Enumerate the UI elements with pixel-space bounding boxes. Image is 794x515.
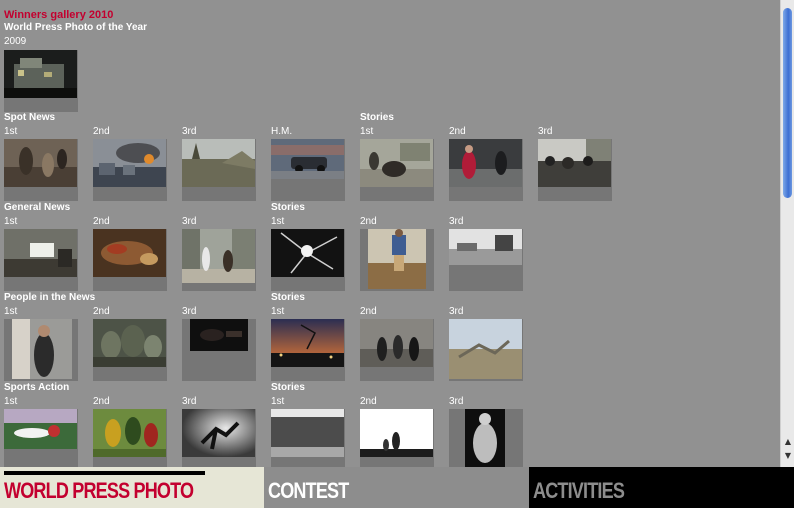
photo-cell[interactable] bbox=[182, 229, 256, 291]
photo-cell[interactable] bbox=[182, 409, 256, 467]
photo-cell[interactable] bbox=[360, 139, 434, 201]
photo-thumbnail[interactable] bbox=[182, 409, 255, 457]
place-label: 1st bbox=[360, 126, 374, 137]
photo-thumbnail[interactable] bbox=[368, 229, 426, 289]
photo-thumbnail[interactable] bbox=[190, 319, 248, 351]
photo-thumbnail[interactable] bbox=[12, 319, 72, 379]
place-label: 2nd bbox=[93, 396, 110, 407]
photo-thumbnail[interactable] bbox=[465, 409, 505, 467]
photo-cell[interactable] bbox=[449, 319, 523, 381]
photo-thumbnail[interactable] bbox=[93, 139, 166, 187]
place-label: 1st bbox=[4, 216, 18, 227]
section-heading-sports-action: Sports Action bbox=[4, 382, 70, 393]
place-label: 3rd bbox=[182, 216, 197, 227]
nav-activities[interactable]: ACTIVITIES bbox=[529, 467, 794, 508]
photo-thumbnail[interactable] bbox=[4, 229, 77, 277]
photo-thumbnail[interactable] bbox=[93, 319, 166, 367]
photo-thumbnail[interactable] bbox=[360, 139, 433, 187]
place-label: 2nd bbox=[449, 126, 466, 137]
place-label: 3rd bbox=[538, 126, 553, 137]
photo-cell[interactable] bbox=[271, 409, 345, 467]
photo-cell[interactable] bbox=[271, 139, 345, 201]
place-label: 1st bbox=[271, 396, 285, 407]
photo-thumbnail[interactable] bbox=[271, 139, 344, 179]
photo-cell[interactable] bbox=[4, 229, 78, 291]
section-heading-general-news: General News bbox=[4, 202, 71, 213]
photo-cell[interactable] bbox=[4, 319, 78, 381]
scroll-down-arrow-icon[interactable]: ▼ bbox=[781, 450, 794, 461]
stories-heading-spot-news: Stories bbox=[360, 112, 394, 123]
photo-cell[interactable] bbox=[360, 319, 434, 381]
vertical-scrollbar[interactable]: ▲ ▼ bbox=[780, 0, 794, 467]
photo-thumbnail[interactable] bbox=[360, 319, 433, 367]
gallery-viewport: Winners gallery 2010 World Press Photo o… bbox=[0, 0, 780, 467]
place-label: 2nd bbox=[360, 396, 377, 407]
photo-cell[interactable] bbox=[93, 409, 167, 467]
photo-cell[interactable] bbox=[271, 229, 345, 291]
photo-cell[interactable] bbox=[360, 229, 434, 291]
photo-cell[interactable] bbox=[449, 229, 523, 291]
photo-cell[interactable] bbox=[93, 229, 167, 291]
photo-thumbnail[interactable] bbox=[182, 229, 255, 283]
place-label: 2nd bbox=[93, 216, 110, 227]
photo-cell[interactable] bbox=[4, 409, 78, 467]
photo-cell[interactable] bbox=[449, 409, 523, 467]
poy-photo-cell[interactable] bbox=[4, 50, 78, 112]
place-label: 3rd bbox=[449, 216, 464, 227]
place-label: 3rd bbox=[182, 126, 197, 137]
stories-heading-sports-action: Stories bbox=[271, 382, 305, 393]
place-label: 3rd bbox=[449, 306, 464, 317]
photo-cell[interactable] bbox=[182, 319, 256, 381]
place-label: 2nd bbox=[360, 306, 377, 317]
place-label: 1st bbox=[271, 306, 285, 317]
section-heading-spot-news: Spot News bbox=[4, 112, 56, 123]
place-label: 1st bbox=[4, 396, 18, 407]
photo-thumbnail[interactable] bbox=[449, 229, 522, 265]
place-label: 1st bbox=[271, 216, 285, 227]
photo-cell[interactable] bbox=[4, 139, 78, 201]
photo-thumbnail[interactable] bbox=[271, 229, 344, 277]
photo-thumbnail[interactable] bbox=[182, 139, 255, 187]
place-label: 1st bbox=[4, 126, 18, 137]
scrollbar-thumb[interactable] bbox=[783, 8, 792, 198]
gallery-title: Winners gallery 2010 bbox=[4, 9, 114, 21]
photo-cell[interactable] bbox=[360, 409, 434, 467]
place-label: 3rd bbox=[182, 306, 197, 317]
photo-thumbnail[interactable] bbox=[93, 229, 166, 277]
nav-world-press-photo[interactable]: WORLD PRESS PHOTO bbox=[0, 467, 264, 508]
photo-cell[interactable] bbox=[449, 139, 523, 201]
section-heading-people-in-the-news: People in the News bbox=[4, 292, 96, 303]
poy-photo-thumbnail[interactable] bbox=[4, 50, 77, 98]
stories-heading-general-news: Stories bbox=[271, 202, 305, 213]
place-label: 2nd bbox=[93, 126, 110, 137]
photo-thumbnail[interactable] bbox=[449, 319, 522, 379]
photo-thumbnail[interactable] bbox=[4, 139, 77, 187]
photo-thumbnail[interactable] bbox=[271, 319, 344, 367]
poy-year: 2009 bbox=[4, 36, 27, 47]
photo-cell[interactable] bbox=[538, 139, 612, 201]
place-label: 3rd bbox=[449, 396, 464, 407]
place-label: 2nd bbox=[93, 306, 110, 317]
photo-thumbnail[interactable] bbox=[93, 409, 166, 457]
photo-cell[interactable] bbox=[93, 139, 167, 201]
photo-thumbnail[interactable] bbox=[271, 409, 344, 457]
place-label: 2nd bbox=[360, 216, 377, 227]
photo-cell[interactable] bbox=[271, 319, 345, 381]
photo-thumbnail[interactable] bbox=[4, 409, 77, 449]
photo-thumbnail[interactable] bbox=[449, 139, 522, 187]
stories-heading-people-in-the-news: Stories bbox=[271, 292, 305, 303]
place-label: 1st bbox=[4, 306, 18, 317]
place-label: 3rd bbox=[182, 396, 197, 407]
place-label: H.M. bbox=[271, 126, 293, 137]
photo-thumbnail[interactable] bbox=[360, 409, 433, 457]
scroll-up-arrow-icon[interactable]: ▲ bbox=[781, 436, 794, 447]
photo-cell[interactable] bbox=[93, 319, 167, 381]
nav-contest[interactable]: CONTEST bbox=[264, 467, 529, 508]
photo-thumbnail[interactable] bbox=[538, 139, 611, 187]
photo-cell[interactable] bbox=[182, 139, 256, 201]
poy-heading: World Press Photo of the Year bbox=[4, 22, 147, 33]
bottom-navigation: WORLD PRESS PHOTO CONTEST ACTIVITIES bbox=[0, 467, 794, 508]
